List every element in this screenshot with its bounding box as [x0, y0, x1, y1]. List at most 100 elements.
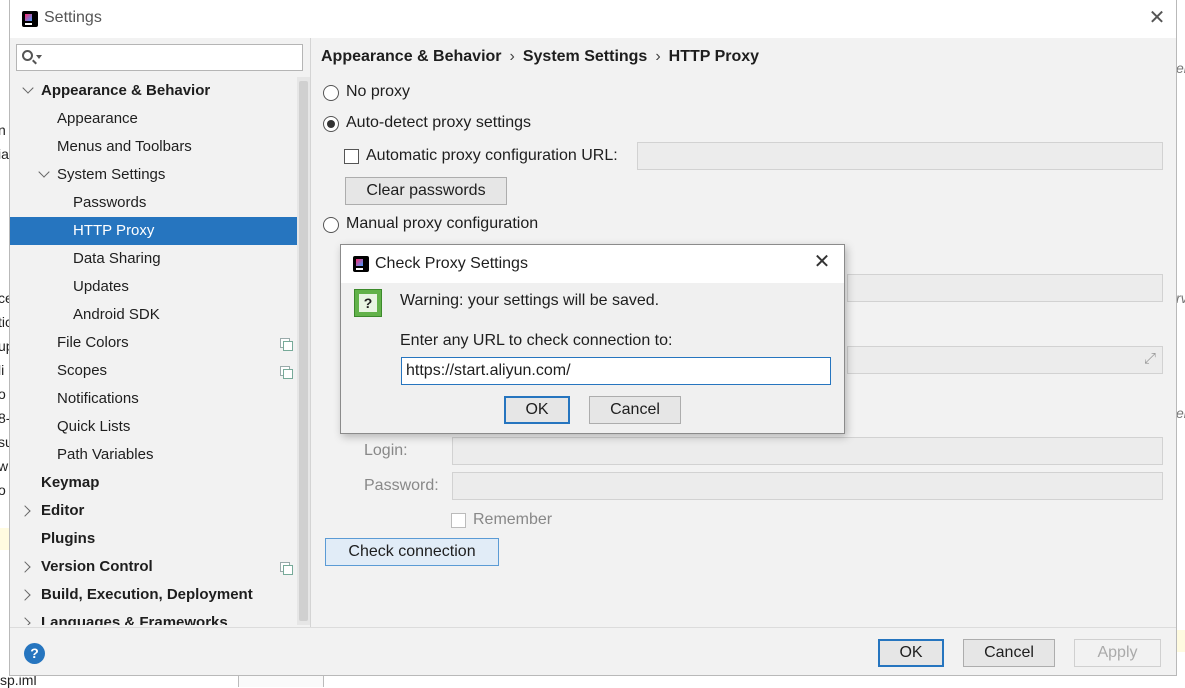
- tree-item-label: Path Variables: [57, 446, 154, 463]
- background-editor-right: er rv er: [1177, 0, 1185, 687]
- login-field[interactable]: [452, 437, 1163, 465]
- tree-item-notifications[interactable]: Notifications: [10, 385, 310, 413]
- close-icon[interactable]: ✕: [1146, 7, 1168, 29]
- tree-item-label: Appearance & Behavior: [41, 82, 211, 99]
- dialog-prompt-text: Enter any URL to check connection to:: [400, 332, 673, 349]
- tree-item-file-colors[interactable]: File Colors: [10, 329, 310, 357]
- chevron-down-icon: [36, 55, 42, 59]
- bg-text: ia: [0, 146, 9, 162]
- remember-label[interactable]: Remember: [473, 511, 552, 529]
- bg-text: o: [0, 386, 6, 402]
- auto-config-url-field[interactable]: [637, 142, 1163, 170]
- auto-detect-radio[interactable]: [323, 116, 339, 132]
- no-proxy-radio[interactable]: [323, 85, 339, 101]
- tree-item-updates[interactable]: Updates: [10, 273, 310, 301]
- bg-panel: [238, 676, 324, 687]
- title-bar: Settings ✕: [10, 0, 1176, 38]
- clear-passwords-button[interactable]: Clear passwords: [345, 177, 507, 205]
- footer-separator: [10, 627, 1176, 628]
- chevron-right-icon[interactable]: [19, 505, 31, 517]
- bg-text: er: [1177, 60, 1185, 76]
- password-label: Password:: [364, 477, 439, 494]
- manual-proxy-radio[interactable]: [323, 217, 339, 233]
- tree-item-appearance[interactable]: Appearance: [10, 105, 310, 133]
- tree-item-label: Keymap: [41, 474, 100, 491]
- tree-item-label: Passwords: [73, 194, 147, 211]
- tree-item-keymap[interactable]: Keymap: [10, 469, 310, 497]
- auto-detect-label[interactable]: Auto-detect proxy settings: [346, 114, 531, 132]
- cancel-button[interactable]: Cancel: [963, 639, 1055, 667]
- apply-button[interactable]: Apply: [1074, 639, 1161, 667]
- dialog-ok-button[interactable]: OK: [504, 396, 570, 424]
- breadcrumb-separator: ›: [509, 48, 515, 65]
- project-settings-icon: [280, 338, 293, 351]
- tree-item-label: File Colors: [57, 334, 129, 351]
- intellij-app-icon: [353, 256, 369, 272]
- tree-item-quick-lists[interactable]: Quick Lists: [10, 413, 310, 441]
- project-settings-icon: [280, 562, 293, 575]
- tree-item-appearance-behavior[interactable]: Appearance & Behavior: [10, 77, 310, 105]
- chevron-right-icon[interactable]: [19, 617, 31, 625]
- panel-divider[interactable]: [310, 38, 311, 628]
- tree-item-label: Android SDK: [73, 306, 160, 323]
- tree-item-scopes[interactable]: Scopes: [10, 357, 310, 385]
- auto-config-url-label[interactable]: Automatic proxy configuration URL:: [366, 147, 618, 165]
- check-proxy-settings-dialog: Check Proxy Settings ✕ ? Warning: your s…: [340, 244, 845, 434]
- bg-text: ce: [0, 290, 9, 306]
- settings-search-input[interactable]: [16, 44, 303, 71]
- bg-text: o: [0, 482, 6, 498]
- password-field[interactable]: [452, 472, 1163, 500]
- breadcrumb-item: Appearance & Behavior: [321, 48, 502, 65]
- tree-item-data-sharing[interactable]: Data Sharing: [10, 245, 310, 273]
- chevron-right-icon[interactable]: [19, 561, 31, 573]
- bg-text: li: [0, 362, 5, 378]
- check-url-input[interactable]: [401, 357, 831, 385]
- chevron-right-icon[interactable]: [19, 589, 31, 601]
- ok-button[interactable]: OK: [878, 639, 944, 667]
- close-icon[interactable]: ✕: [811, 251, 833, 273]
- tree-item-label: Version Control: [41, 558, 153, 575]
- chevron-down-icon[interactable]: [22, 82, 34, 94]
- auto-config-url-checkbox[interactable]: [344, 149, 359, 164]
- tree-scrollbar[interactable]: [297, 77, 310, 625]
- background-editor-bottom: sp.iml: [0, 672, 1185, 688]
- help-icon[interactable]: ?: [24, 643, 45, 664]
- no-proxy-label[interactable]: No proxy: [346, 83, 410, 101]
- tree-item-label: Quick Lists: [57, 418, 131, 435]
- bg-highlight: [0, 528, 9, 550]
- tree-item-label: System Settings: [57, 166, 166, 183]
- breadcrumb-item: HTTP Proxy: [668, 48, 760, 65]
- tree-item-passwords[interactable]: Passwords: [10, 189, 310, 217]
- chevron-down-icon[interactable]: [38, 166, 50, 178]
- bg-text: tic: [0, 314, 9, 330]
- background-editor-left: n ia ce tic up li o 8- su w o: [0, 0, 9, 687]
- tree-item-plugins[interactable]: Plugins: [10, 525, 310, 553]
- breadcrumb-item: System Settings: [522, 48, 648, 65]
- dialog-warning-text: Warning: your settings will be saved.: [400, 292, 660, 309]
- tree-item-android-sdk[interactable]: Android SDK: [10, 301, 310, 329]
- tree-item-version-control[interactable]: Version Control: [10, 553, 310, 581]
- tree-item-http-proxy[interactable]: HTTP Proxy: [10, 217, 310, 245]
- dialog-cancel-button[interactable]: Cancel: [589, 396, 681, 424]
- tree-item-label: Notifications: [57, 390, 139, 407]
- check-connection-button[interactable]: Check connection: [325, 538, 499, 566]
- tree-item-path-variables[interactable]: Path Variables: [10, 441, 310, 469]
- tree-item-label: Updates: [73, 278, 129, 295]
- tree-item-label: Appearance: [57, 110, 138, 127]
- remember-checkbox[interactable]: [451, 513, 466, 528]
- tree-item-menus-toolbars[interactable]: Menus and Toolbars: [10, 133, 310, 161]
- manual-proxy-label[interactable]: Manual proxy configuration: [346, 215, 538, 233]
- expand-icon[interactable]: [1144, 350, 1158, 367]
- tree-item-label: HTTP Proxy: [73, 222, 155, 239]
- tree-item-build-execution-deployment[interactable]: Build, Execution, Deployment: [10, 581, 310, 609]
- scrollbar-thumb[interactable]: [299, 81, 308, 621]
- login-label: Login:: [364, 442, 408, 459]
- search-icon: [22, 50, 33, 61]
- host-name-field[interactable]: [847, 274, 1163, 302]
- breadcrumb-separator: ›: [655, 48, 661, 65]
- no-proxy-for-field[interactable]: [847, 346, 1163, 374]
- bg-text: er: [1177, 405, 1185, 421]
- tree-item-languages-frameworks[interactable]: Languages & Frameworks: [10, 609, 310, 625]
- tree-item-system-settings[interactable]: System Settings: [10, 161, 310, 189]
- tree-item-editor[interactable]: Editor: [10, 497, 310, 525]
